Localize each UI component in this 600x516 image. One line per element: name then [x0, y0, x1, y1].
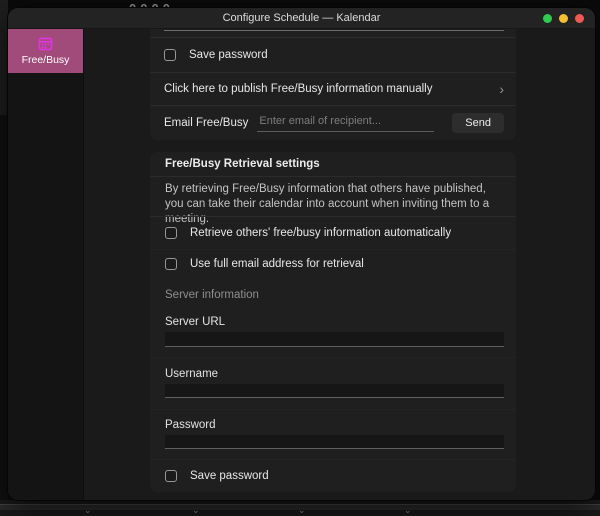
publish-manually-row[interactable]: Click here to publish Free/Busy informat… [164, 72, 504, 105]
username-label: Username [165, 368, 218, 380]
password-label: Password [165, 419, 216, 431]
full-email-row[interactable]: Use full email address for retrieval [165, 249, 504, 279]
save-password-checkbox-2[interactable] [165, 470, 177, 482]
full-email-label: Use full email address for retrieval [190, 258, 364, 270]
chevron-down-icon: ⌄ [84, 506, 92, 515]
chevron-right-icon: › [499, 82, 504, 96]
divider [150, 409, 516, 410]
window-title: Configure Schedule — Kalendar [223, 12, 381, 24]
server-information-row: Server information [165, 279, 504, 310]
settings-sidebar: Free/Busy [8, 29, 84, 500]
save-password-label-2: Save password [190, 470, 269, 482]
sidebar-item-label: Free/Busy [22, 54, 70, 66]
sidebar-item-free-busy[interactable]: Free/Busy [8, 29, 83, 73]
desktop-background: - 0000 ⌄ ⌄ ⌄ ⌄ Configure Schedule — Kale… [0, 0, 600, 516]
calendar-icon [38, 36, 53, 51]
chevron-down-icon: ⌄ [404, 506, 412, 515]
server-url-label: Server URL [165, 316, 225, 328]
retrieve-auto-row[interactable]: Retrieve others' free/busy information a… [165, 216, 504, 249]
publish-settings-card: Save password Click here to publish Free… [150, 29, 516, 140]
background-app-left-strip [0, 0, 8, 500]
chevron-down-icon: ⌄ [298, 506, 306, 515]
full-email-checkbox[interactable] [165, 258, 177, 270]
send-button[interactable]: Send [452, 113, 504, 133]
zoom-button[interactable] [543, 14, 552, 23]
retrieval-settings-card: Free/Busy Retrieval settings By retrievi… [150, 152, 516, 492]
username-input[interactable] [165, 384, 504, 398]
save-password-row[interactable]: Save password [164, 37, 504, 72]
publish-manually-label: Click here to publish Free/Busy informat… [164, 83, 432, 95]
minimize-button[interactable] [559, 14, 568, 23]
chevron-down-icon: ⌄ [192, 506, 200, 515]
server-url-input[interactable] [165, 332, 504, 347]
divider [150, 176, 516, 177]
save-password-label: Save password [189, 49, 268, 61]
password-input[interactable] [165, 435, 504, 449]
email-free-busy-input[interactable] [257, 113, 434, 132]
retrieval-settings-title: Free/Busy Retrieval settings [165, 152, 504, 176]
background-app-top-strip: - 0000 [0, 0, 600, 8]
background-table-header-strip: ⌄ ⌄ ⌄ ⌄ [0, 504, 600, 510]
divider [150, 357, 516, 358]
titlebar[interactable]: Configure Schedule — Kalendar [8, 8, 595, 29]
save-password-checkbox[interactable] [164, 49, 176, 61]
email-free-busy-row: Email Free/Busy Send [164, 105, 504, 140]
retrieve-auto-label: Retrieve others' free/busy information a… [190, 227, 451, 239]
configure-schedule-dialog: Configure Schedule — Kalendar [8, 8, 595, 500]
background-app-bottom-strip: ⌄ ⌄ ⌄ ⌄ [0, 500, 600, 516]
retrieve-auto-checkbox[interactable] [165, 227, 177, 239]
email-free-busy-label: Email Free/Busy [164, 117, 248, 129]
settings-content: Save password Click here to publish Free… [84, 29, 595, 500]
background-app-left-strip-highlight [0, 0, 8, 115]
server-information-label: Server information [165, 289, 259, 301]
close-button[interactable] [575, 14, 584, 23]
window-controls [543, 8, 584, 28]
clipped-input-field[interactable] [164, 29, 504, 31]
save-password-row-2[interactable]: Save password [165, 459, 504, 492]
